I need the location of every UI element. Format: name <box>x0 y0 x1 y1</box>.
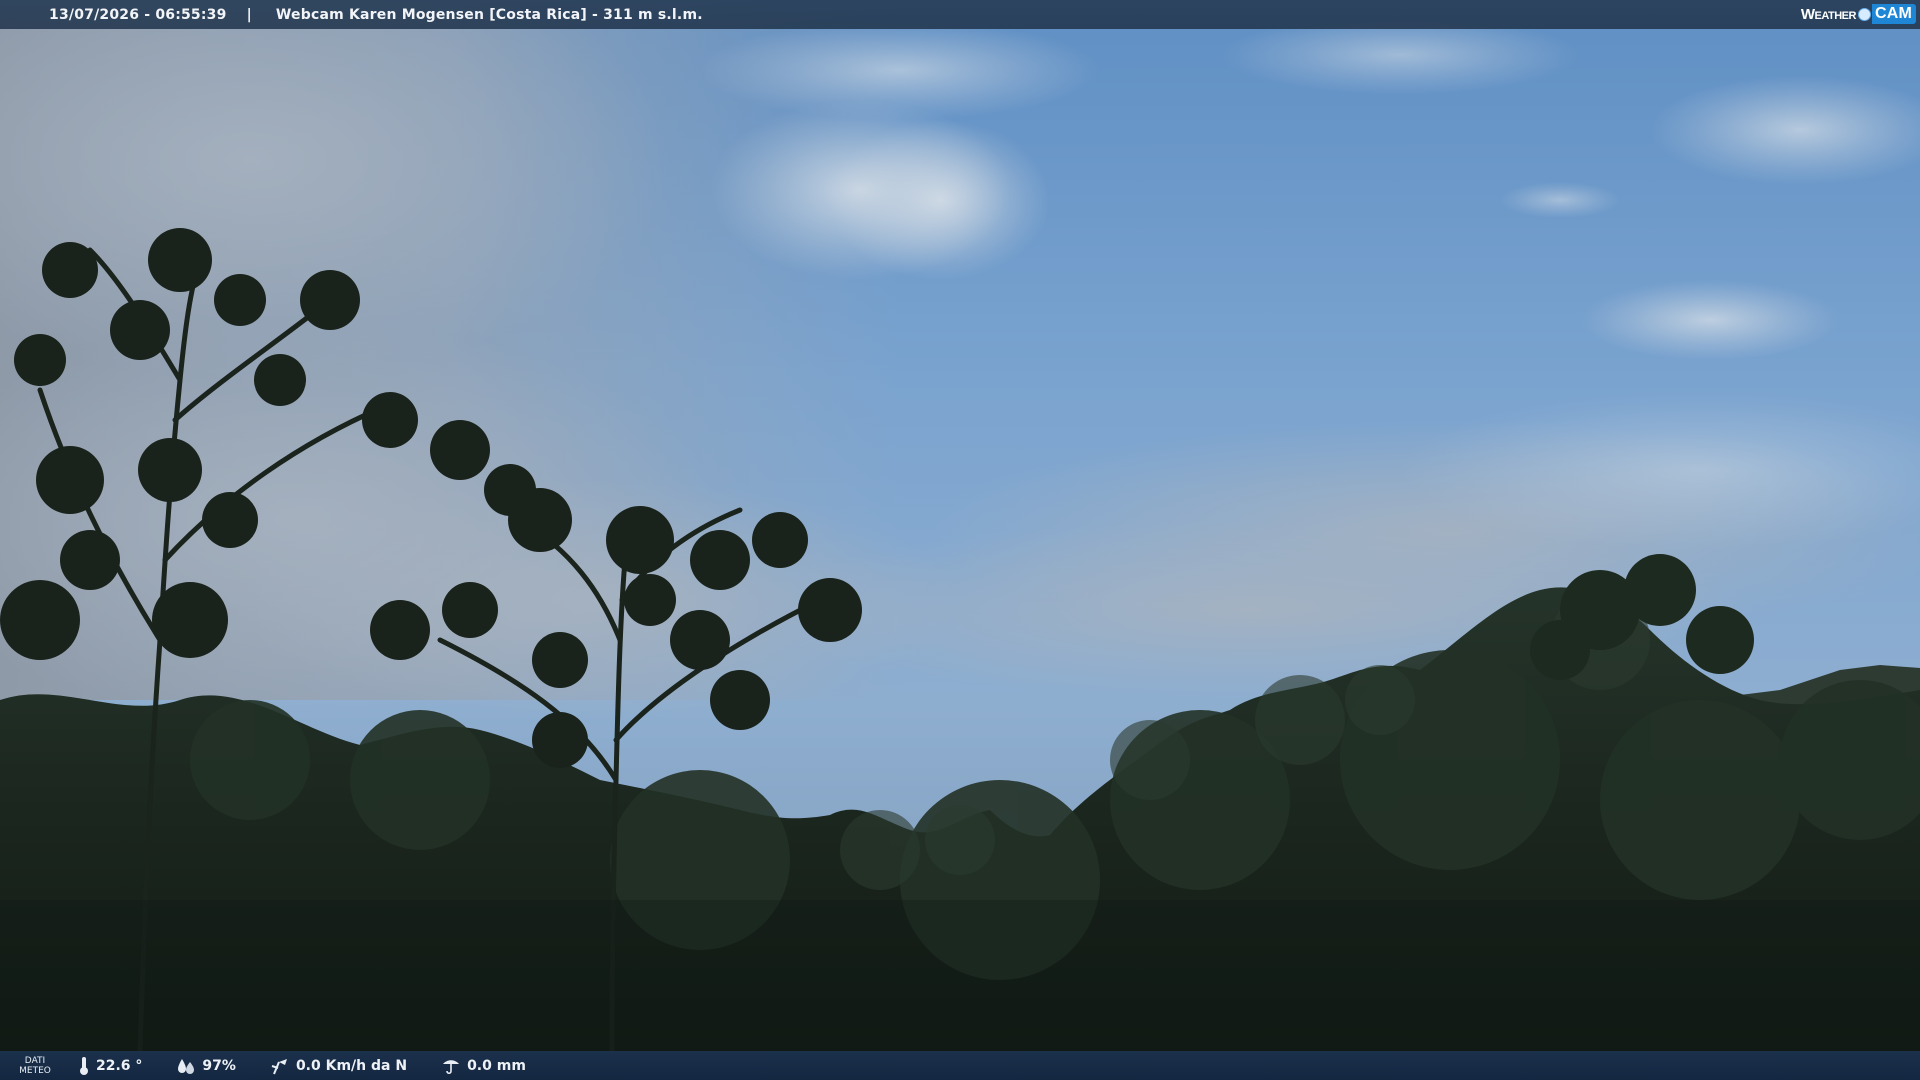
webcam-image <box>0 0 1920 1080</box>
webcam-header-bar: 13/07/2026 - 06:55:39 | Webcam Karen Mog… <box>0 0 1920 29</box>
header-separator: | <box>246 6 252 23</box>
meteo-label-line1: DATI <box>24 1055 46 1066</box>
brand-cam-text: CAM <box>1871 4 1916 24</box>
temperature-value: 22.6 ° <box>96 1057 143 1074</box>
humidity-value: 97% <box>202 1057 236 1074</box>
weather-data-bar: DATI METEO 22.6 ° 97% 0.0 Km/h da N 0.0 … <box>0 1051 1920 1080</box>
brand-weather-text: Weather <box>1800 5 1857 23</box>
brand-dot-icon <box>1857 7 1871 21</box>
wind-value: 0.0 Km/h da N <box>295 1057 408 1074</box>
rain-reading: 0.0 mm <box>441 1056 526 1076</box>
meteo-label: DATI METEO <box>0 1056 70 1076</box>
humidity-icon <box>178 1058 195 1074</box>
webcam-title: Webcam Karen Mogensen [Costa Rica] - 311… <box>275 6 703 23</box>
wind-icon <box>271 1058 287 1074</box>
temperature-reading: 22.6 ° <box>78 1056 142 1076</box>
capture-datetime: 13/07/2026 - 06:55:39 <box>49 6 227 23</box>
rain-value: 0.0 mm <box>467 1057 526 1074</box>
rain-icon <box>443 1059 460 1074</box>
webcam-frame: 13/07/2026 - 06:55:39 | Webcam Karen Mog… <box>0 0 1920 1080</box>
meteo-label-line2: METEO <box>19 1065 51 1076</box>
weathercam-logo: Weather CAM <box>1801 3 1916 25</box>
wind-reading: 0.0 Km/h da N <box>270 1056 407 1076</box>
thermometer-icon <box>80 1056 88 1075</box>
humidity-reading: 97% <box>176 1057 236 1075</box>
